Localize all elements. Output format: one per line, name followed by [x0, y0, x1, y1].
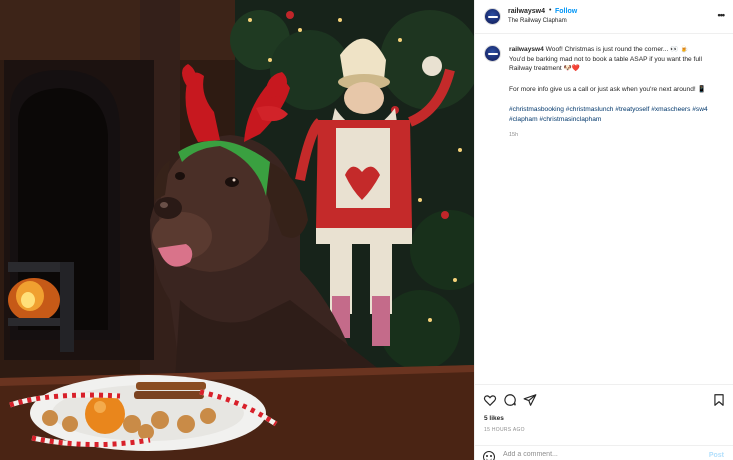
emoji-icon[interactable] — [483, 451, 495, 460]
heart-icon[interactable] — [483, 393, 497, 407]
action-bar: 5 likes 15 HOURS AGO Post — [475, 384, 733, 460]
post-date: 15 HOURS AGO — [484, 427, 525, 433]
caption-text: railwaysw4 Woof! Christmas is just round… — [509, 45, 727, 125]
header-separator: • — [549, 7, 552, 14]
avatar[interactable] — [484, 8, 501, 25]
post-header: railwaysw4 • Follow The Railway Clapham … — [475, 0, 733, 34]
caption-area: railwaysw4 Woof! Christmas is just round… — [475, 34, 733, 384]
caption-line-2: You'd be barking mad not to book a table… — [509, 55, 702, 63]
post-sidebar: railwaysw4 • Follow The Railway Clapham … — [474, 0, 733, 460]
caption-timestamp: 15h — [509, 132, 519, 138]
share-icon[interactable] — [523, 393, 537, 407]
caption-line-4: For more info give us a call or just ask… — [509, 85, 706, 93]
likes-count[interactable]: 5 likes — [484, 415, 504, 422]
post-photo[interactable] — [0, 0, 474, 460]
bookmark-icon[interactable] — [712, 393, 726, 407]
hashtag-links[interactable]: #christmasbooking #christmaslunch #treat… — [509, 105, 727, 124]
comment-row: Post — [475, 445, 733, 460]
caption-avatar[interactable] — [484, 45, 501, 62]
header-username[interactable]: railwaysw4 — [508, 8, 545, 15]
caption-username[interactable]: railwaysw4 — [509, 46, 544, 53]
comment-input[interactable] — [503, 451, 693, 458]
more-options-icon[interactable]: ••• — [718, 10, 726, 20]
caption-line-1: Woof! Christmas is just round the corner… — [545, 46, 689, 53]
caption-line-3: Railway treatment 🐶❤️ — [509, 65, 581, 73]
follow-button[interactable]: Follow — [555, 8, 577, 15]
comment-icon[interactable] — [503, 393, 517, 407]
post-comment-button[interactable]: Post — [709, 452, 724, 459]
location-link[interactable]: The Railway Clapham — [508, 18, 567, 24]
photo-illustration — [0, 0, 474, 460]
